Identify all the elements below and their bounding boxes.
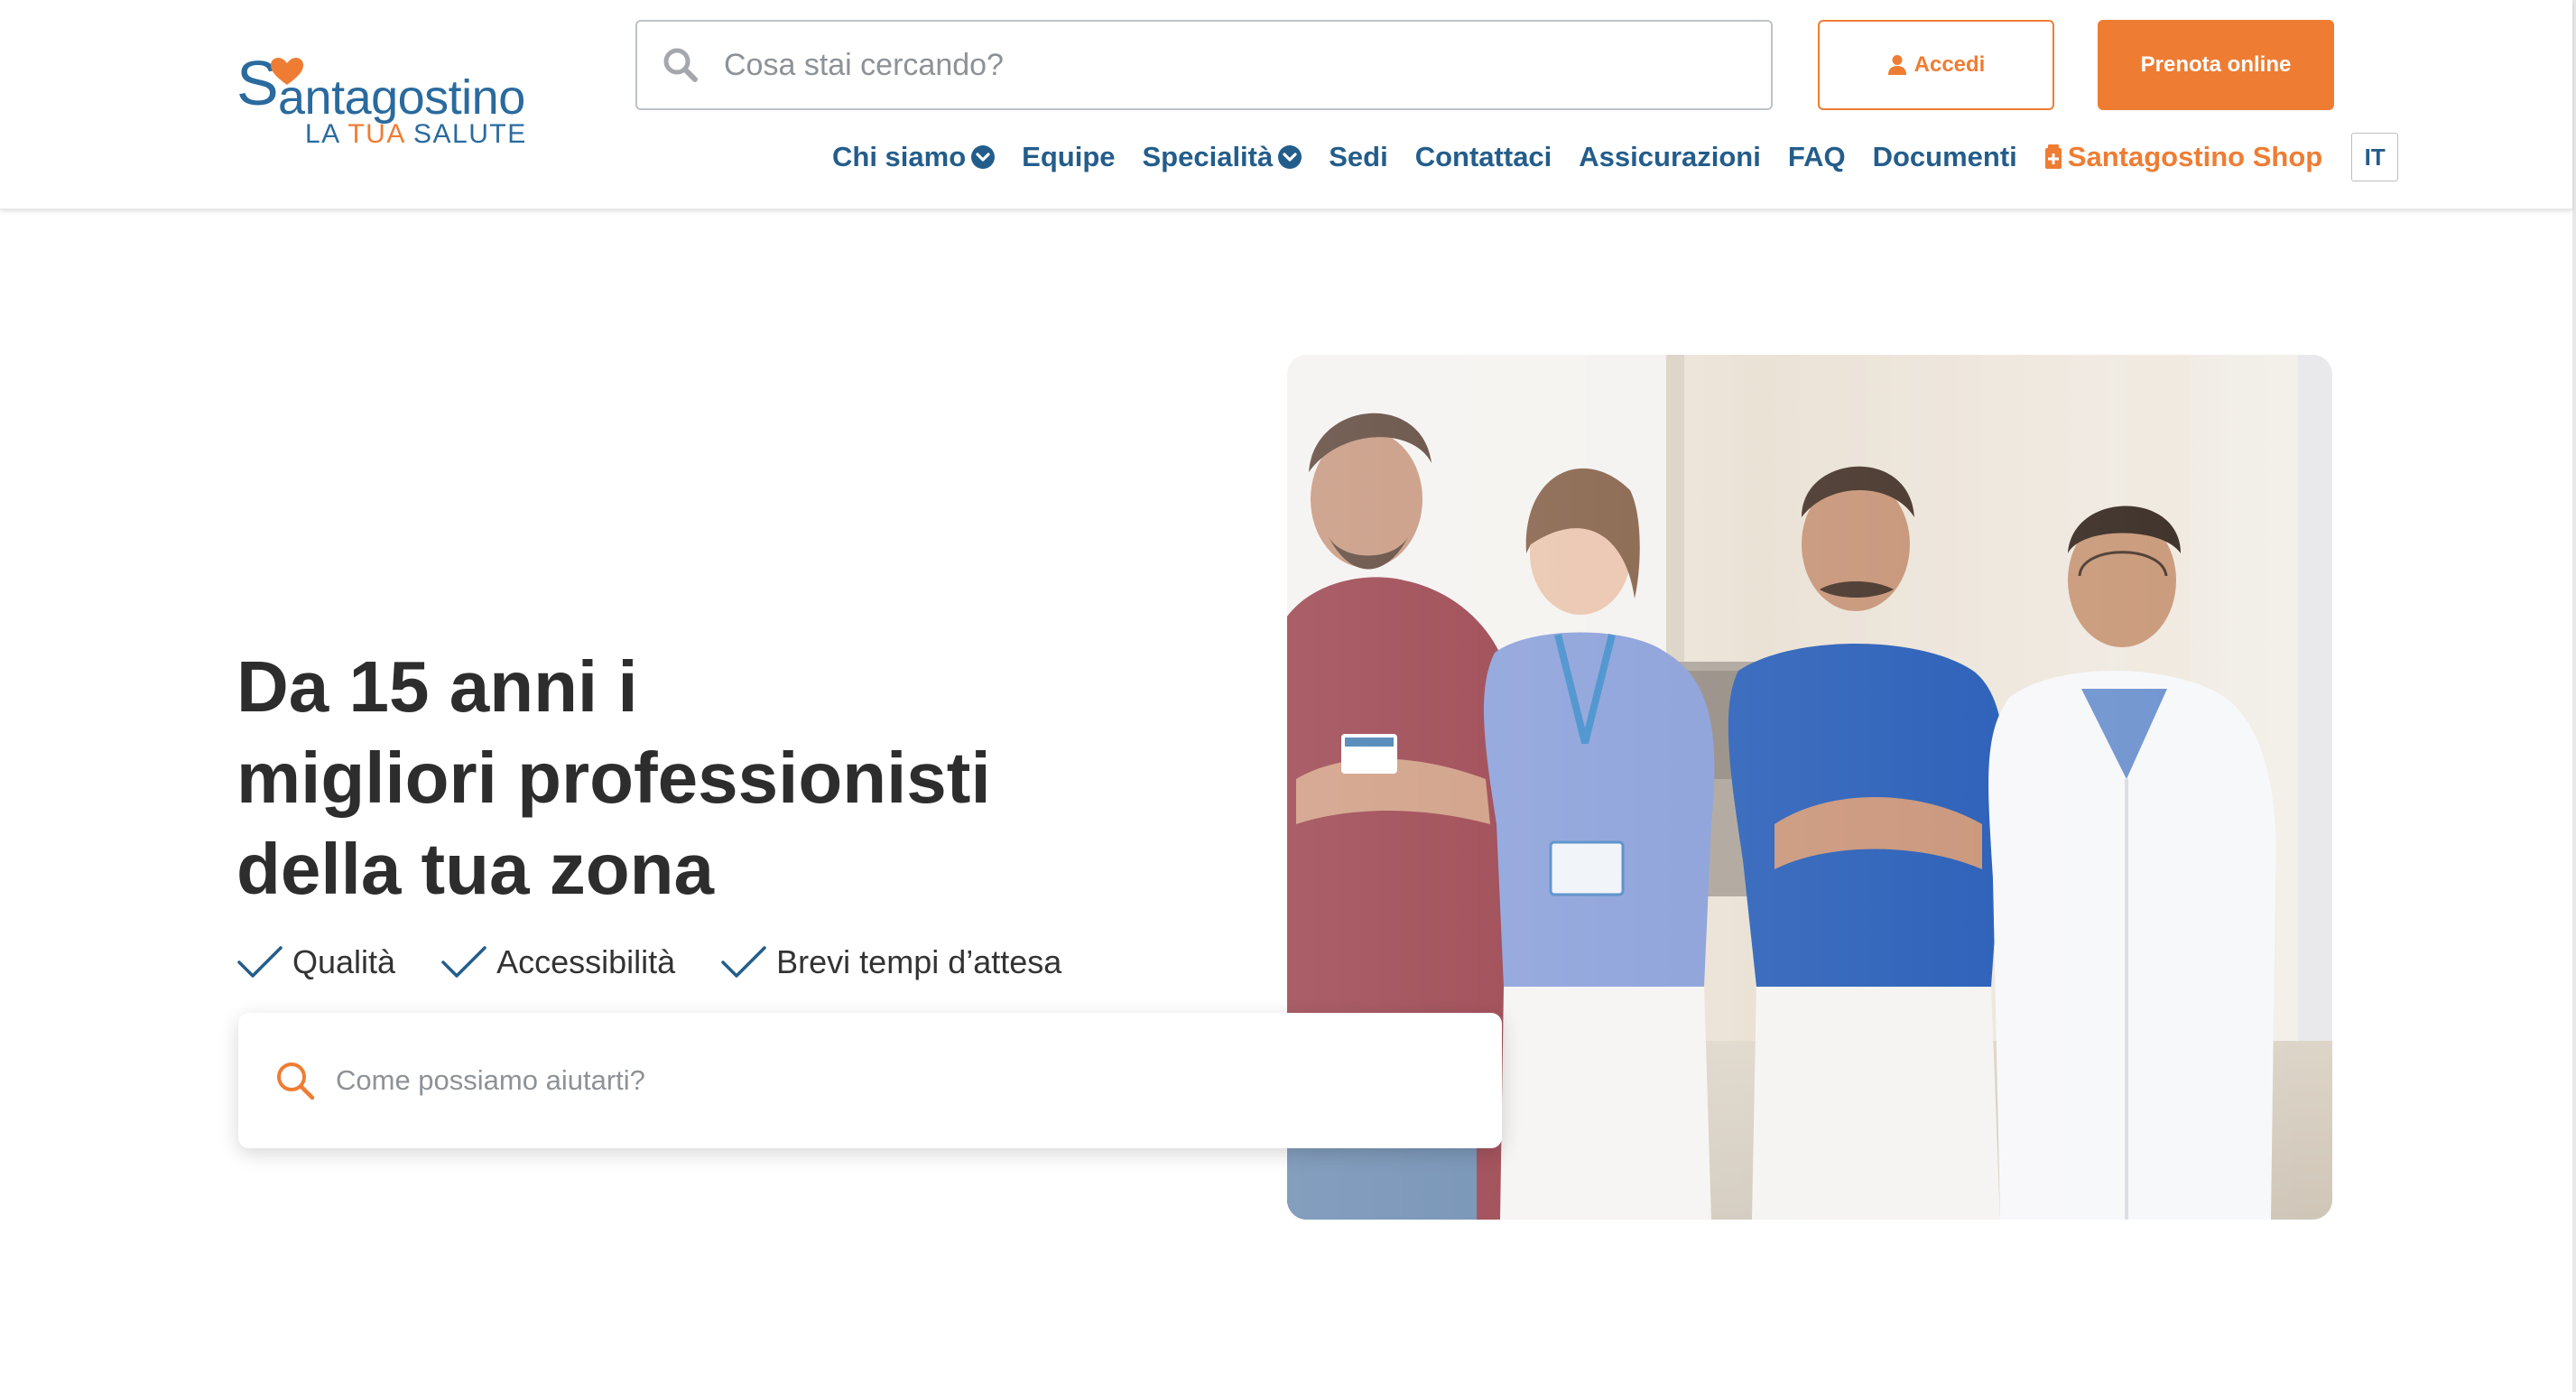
feature-item: Accessibilità: [440, 943, 675, 981]
chevron-down-circle-icon: [971, 145, 996, 169]
chevron-down-circle-icon: [1278, 145, 1302, 169]
page: S antagostino LA TUA SALUTE Accedi: [0, 0, 2576, 1392]
hero-search-input[interactable]: [336, 1064, 1419, 1097]
user-icon: [1887, 55, 1906, 75]
search-icon: [663, 48, 698, 82]
hero-title: Da 15 anni i migliori professionisti del…: [236, 641, 1320, 914]
nav-item-assicurazioni[interactable]: Assicurazioni: [1579, 141, 1761, 173]
feature-label: Qualità: [292, 943, 396, 980]
nav-item-faq[interactable]: FAQ: [1788, 141, 1846, 173]
checkmark-icon: [441, 946, 486, 978]
nav-item-shop[interactable]: Santagostino Shop: [2044, 141, 2322, 173]
nav-item-documenti[interactable]: Documenti: [1873, 141, 2017, 173]
nav-item-chi-siamo[interactable]: Chi siamo: [832, 141, 996, 173]
hero-title-line1: Da 15 anni i: [236, 646, 638, 727]
checkmark-icon: [237, 946, 283, 978]
login-label: Accedi: [1913, 52, 1986, 77]
search-icon: [277, 1063, 315, 1100]
nav-item-specialita[interactable]: Specialità: [1143, 141, 1302, 173]
nav-item-contattaci[interactable]: Contattaci: [1415, 141, 1552, 173]
book-online-button[interactable]: Prenota online: [2098, 20, 2334, 110]
language-selector[interactable]: IT: [2351, 133, 2399, 181]
logo-wordmark: S antagostino: [236, 48, 525, 125]
site-header: S antagostino LA TUA SALUTE Accedi: [0, 0, 2572, 209]
hero-title-line3: della tua zona: [236, 829, 714, 909]
header-search-input[interactable]: [724, 47, 1717, 83]
header-search-box[interactable]: [635, 20, 1773, 110]
book-online-label: Prenota online: [2140, 52, 2292, 77]
feature-item: Qualità: [236, 943, 395, 981]
login-button[interactable]: Accedi: [1818, 20, 2054, 110]
checkmark-icon: [721, 946, 766, 978]
hero-search-box[interactable]: [238, 1013, 1502, 1148]
nav-item-equipe[interactable]: Equipe: [1022, 141, 1115, 173]
feature-item: Brevi tempi d’attesa: [720, 943, 1061, 981]
shop-bag-icon: [2044, 144, 2062, 169]
hero-title-line2: migliori professionisti: [236, 738, 991, 818]
logo[interactable]: S antagostino LA TUA SALUTE: [236, 48, 527, 152]
nav-item-sedi[interactable]: Sedi: [1329, 141, 1387, 173]
main-nav: Chi siamo Equipe Specialità Sedi Contatt…: [832, 133, 2399, 181]
logo-tagline: LA TUA SALUTE: [305, 119, 527, 149]
feature-list: Qualità Accessibilità Brevi tempi d’atte…: [236, 935, 1107, 989]
feature-label: Brevi tempi d’attesa: [776, 943, 1062, 980]
logo-word: antagostino: [278, 70, 525, 125]
feature-label: Accessibilità: [496, 943, 676, 980]
page-scrollbar[interactable]: [2572, 0, 2576, 1392]
